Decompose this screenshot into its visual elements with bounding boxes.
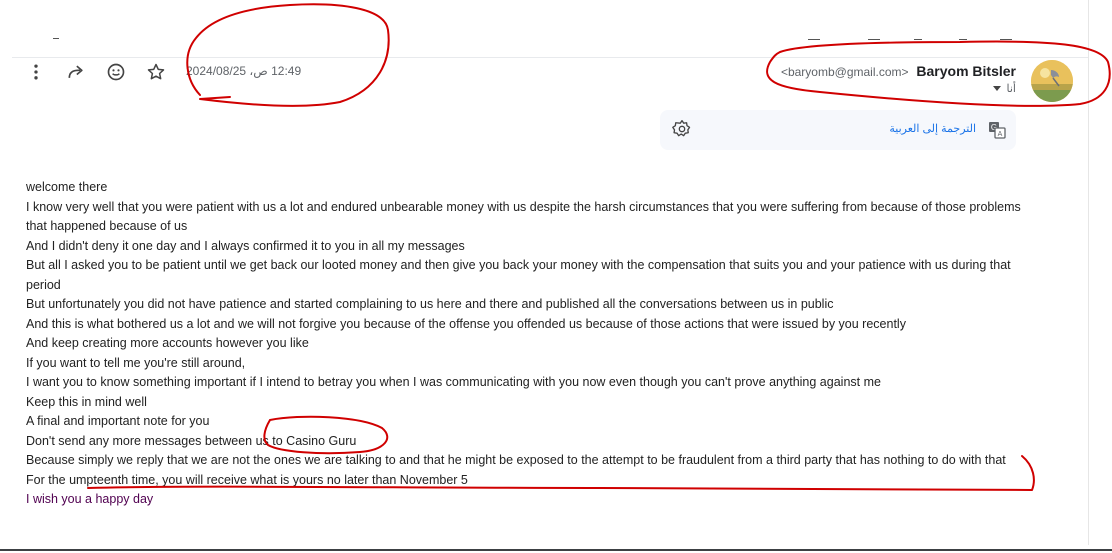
sender-name: Baryom Bitsler (916, 63, 1016, 79)
body-line: But unfortunately you did not have patie… (26, 297, 834, 311)
avatar[interactable] (1031, 60, 1073, 102)
toolbar-dash (1000, 39, 1012, 40)
body-line: And this is what bothered us a lot and w… (26, 316, 906, 331)
header-divider (12, 57, 1088, 58)
body-line: But all I asked you to be patient until … (26, 258, 1011, 292)
sender-info[interactable]: <baryomb@gmail.com> Baryom Bitsler (781, 63, 1016, 79)
toolbar-dash (914, 39, 922, 40)
toolbar-dash (868, 39, 880, 40)
settings-gear-icon[interactable] (672, 119, 692, 139)
body-line: I know very well that you were patient w… (26, 199, 1021, 234)
toolbar-dash (959, 39, 967, 40)
translate-bar: الترجمة إلى العربية G A (660, 110, 1016, 150)
message-timestamp: 12:49 ص، 2024/08/25 (186, 64, 302, 78)
body-line: And keep creating more accounts however … (26, 336, 309, 350)
message-body: welcome there I know very well that you … (26, 178, 1026, 510)
chevron-down-icon (992, 86, 1001, 91)
body-line: Because simply we reply that we are not … (26, 453, 1006, 467)
body-line: For the umpteenth time, you will receive… (26, 472, 468, 487)
bottom-divider (0, 549, 1112, 551)
body-line: welcome there (26, 180, 108, 194)
toolbar-dash (808, 39, 820, 40)
sender-email: <baryomb@gmail.com> (780, 65, 909, 79)
svg-text:A: A (998, 131, 1003, 138)
forward-icon[interactable] (64, 60, 88, 84)
body-line: A final and important note for you (26, 414, 210, 428)
body-line: If you want to tell me you're still arou… (26, 355, 246, 370)
body-line: Don't send any more messages between us … (26, 433, 357, 448)
star-icon[interactable] (144, 60, 168, 84)
emoji-icon[interactable] (104, 60, 128, 84)
message-actions (24, 60, 184, 84)
body-line: I want you to know something important i… (26, 375, 881, 389)
more-vert-icon[interactable] (24, 60, 48, 84)
minimize-dash[interactable] (53, 38, 59, 39)
signature-line: I wish you a happy day (26, 492, 154, 506)
translate-link[interactable]: الترجمة إلى العربية (889, 122, 976, 135)
body-line: Keep this in mind well (26, 394, 147, 409)
window-top-strip (0, 0, 1112, 58)
recipient-dropdown[interactable]: أنا (992, 82, 1016, 95)
body-line: And I didn't deny it one day and I alway… (26, 238, 465, 253)
translate-icon: G A (988, 121, 1006, 139)
recipient-label: أنا (1006, 83, 1016, 95)
